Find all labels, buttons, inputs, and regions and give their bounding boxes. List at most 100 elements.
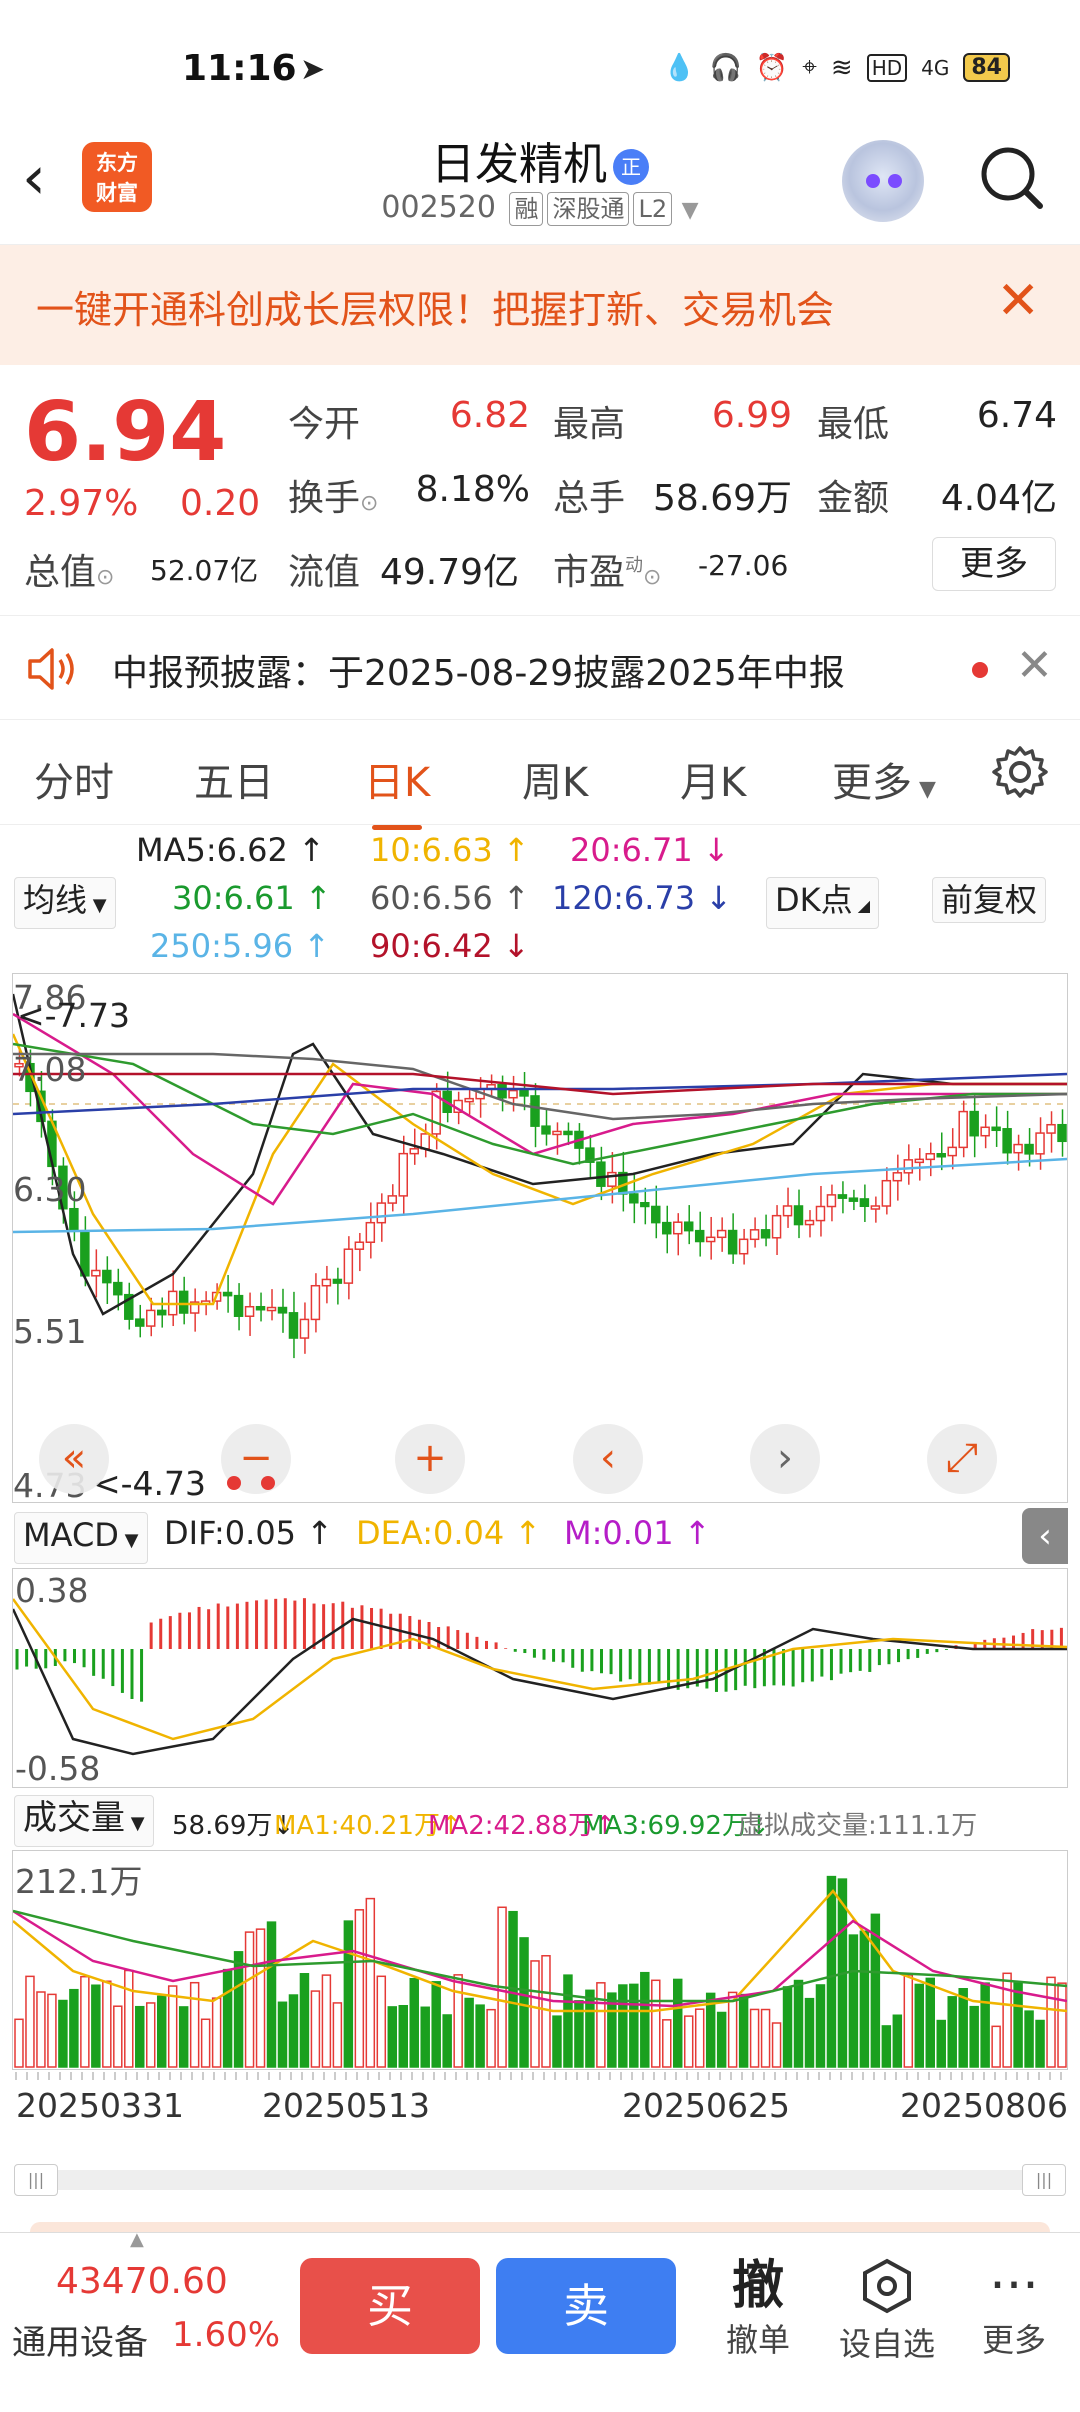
change-pct: 2.97% (24, 483, 139, 524)
volume-bar (804, 1997, 815, 2068)
scroll-handle-right[interactable]: ||| (1022, 2164, 1066, 2196)
gear-icon[interactable] (992, 744, 1048, 800)
caret-up-icon[interactable]: ▲ (130, 2229, 144, 2250)
index-name[interactable]: 通用设备 (12, 2315, 148, 2364)
volume-bar (167, 1985, 178, 2068)
date-label: 20250806 (900, 2086, 1068, 2125)
search-icon[interactable] (976, 142, 1046, 212)
range-scrollbar[interactable]: ||| ||| (14, 2164, 1066, 2196)
volume-label: 总手 (553, 478, 626, 519)
volume-bar (156, 1995, 167, 2068)
close-icon[interactable]: ✕ (996, 271, 1040, 331)
rewind-icon[interactable]: « (39, 1424, 109, 1494)
volume-bar (354, 1909, 365, 2068)
cancel-order-button[interactable]: 撤 撤单 (718, 2257, 798, 2361)
volume-bar (760, 2008, 771, 2068)
volume-bar (947, 1996, 957, 2068)
tab-five-day[interactable]: 五日 (194, 750, 274, 808)
macd-selector[interactable]: MACD ▼ (14, 1512, 148, 1564)
volume-bar (398, 2004, 409, 2068)
volume-bar (255, 1928, 266, 2068)
close-icon[interactable]: ✕ (1016, 640, 1053, 691)
volume-svg (13, 1875, 1067, 2068)
volume-chart[interactable]: 212.1万 (12, 1850, 1068, 2070)
more-quote-button[interactable]: 更多 (932, 537, 1056, 591)
volume-bar (991, 2025, 1001, 2068)
candle (1035, 1132, 1045, 1155)
volume-bar (211, 1997, 222, 2068)
ma-selector[interactable]: 均线 ▼ (14, 877, 116, 929)
volume-bar (47, 1993, 57, 2068)
prev-icon[interactable]: ‹ (573, 1424, 643, 1494)
event-dot[interactable] (227, 1476, 241, 1490)
assistant-robot-icon[interactable] (842, 140, 924, 222)
virtual-volume-label: 虚拟成交量:111.1万 (738, 1811, 978, 1841)
status-icons: 💧 🎧 ⏰ ⌖ ≋ HD 4G 84 (663, 52, 1010, 83)
volume-bar (914, 1983, 925, 2068)
tab-intraday[interactable]: 分时 (34, 750, 114, 808)
volume-bar (332, 2002, 343, 2068)
open-value: 6.82 (449, 395, 530, 436)
candle (332, 1278, 343, 1284)
alarm-icon: ⏰ (755, 52, 789, 83)
adjust-button[interactable]: 前复权 (932, 877, 1047, 923)
candle (914, 1158, 925, 1164)
tab-monthly-k[interactable]: 月K (680, 750, 746, 808)
volume-bar (299, 1973, 310, 2068)
turnover-label: 换手⊙ (288, 478, 379, 519)
buy-button[interactable]: 买 (300, 2258, 480, 2354)
tag-margin: 融 (509, 192, 544, 226)
stock-header: ‹ 东方 财富 日发精机正 002520 融深股通 L2 ▼ (0, 120, 1080, 245)
candle (387, 1195, 398, 1204)
candle (683, 1221, 694, 1232)
volume-bar (881, 2025, 892, 2068)
volume-bar (892, 2014, 903, 2068)
tab-more[interactable]: 更多 ▼ (832, 750, 936, 808)
candle (146, 1309, 156, 1327)
candle (881, 1179, 892, 1207)
candle (837, 1194, 848, 1199)
candle (716, 1229, 727, 1239)
index-value[interactable]: 43470.60 (56, 2261, 228, 2302)
promo-banner[interactable]: 一键开通科创成长层权限！把握打新、交易机会 ✕ (0, 245, 1080, 365)
next-icon[interactable]: › (750, 1424, 820, 1494)
volume-bar (222, 1968, 233, 2068)
volume-bar (738, 1993, 749, 2068)
scroll-handle-left[interactable]: ||| (14, 2164, 58, 2196)
collapse-panel-icon[interactable]: ‹ (1022, 1508, 1068, 1564)
status-bar: 11:16 ➤ 💧 🎧 ⏰ ⌖ ≋ HD 4G 84 (0, 0, 1080, 130)
volume-bar (442, 2014, 452, 2068)
volume-bar (244, 1931, 255, 2068)
add-watchlist-button[interactable]: 设自选 (832, 2257, 942, 2365)
volume-bar (91, 1984, 101, 2068)
tab-weekly-k[interactable]: 周K (522, 750, 588, 808)
volume-selector[interactable]: 成交量 ▼ (14, 1795, 154, 1847)
notice-bar[interactable]: 中报预披露：于2025-08-29披露2025年中报 ✕ (0, 615, 1080, 720)
candle (947, 1146, 957, 1157)
tab-daily-k[interactable]: 日K (364, 750, 430, 830)
y-label-4: 5.51 (13, 1312, 87, 1351)
kline-chart[interactable]: 7.86 7.08 6.30 5.51 4.73 <-7.73 <-4.73 «… (12, 973, 1068, 1505)
event-dot[interactable] (261, 1476, 275, 1490)
index-pct: 1.60% (172, 2315, 281, 2355)
volume-bar (618, 1984, 628, 2068)
volume-bar (266, 1921, 277, 2068)
high-label: 最高 (553, 404, 626, 445)
zoom-in-icon[interactable]: + (395, 1424, 465, 1494)
ma-legend: MA5:6.62 ↑ 10:6.63 ↑ 20:6.71 ↓ 均线 ▼ 30:6… (0, 825, 1080, 975)
sell-button[interactable]: 卖 (496, 2258, 676, 2354)
volume-bar (1046, 1976, 1056, 2068)
expand-icon[interactable]: ⤢ (927, 1424, 997, 1494)
candle (233, 1294, 244, 1317)
more-button[interactable]: ··· 更多 (974, 2257, 1054, 2361)
candle (102, 1269, 112, 1284)
volume-bar (146, 2002, 156, 2068)
date-label: 20250625 (622, 2086, 790, 2125)
current-price: 6.94 (24, 385, 227, 480)
macd-chart[interactable]: 0.38 -0.58 (12, 1568, 1068, 1788)
date-label: 20250331 (16, 2086, 184, 2125)
dk-point-button[interactable]: DK点 ◢ (766, 877, 880, 929)
volume-bar (321, 1974, 332, 2068)
volume-bar (859, 1930, 870, 2068)
candle (958, 1110, 968, 1149)
